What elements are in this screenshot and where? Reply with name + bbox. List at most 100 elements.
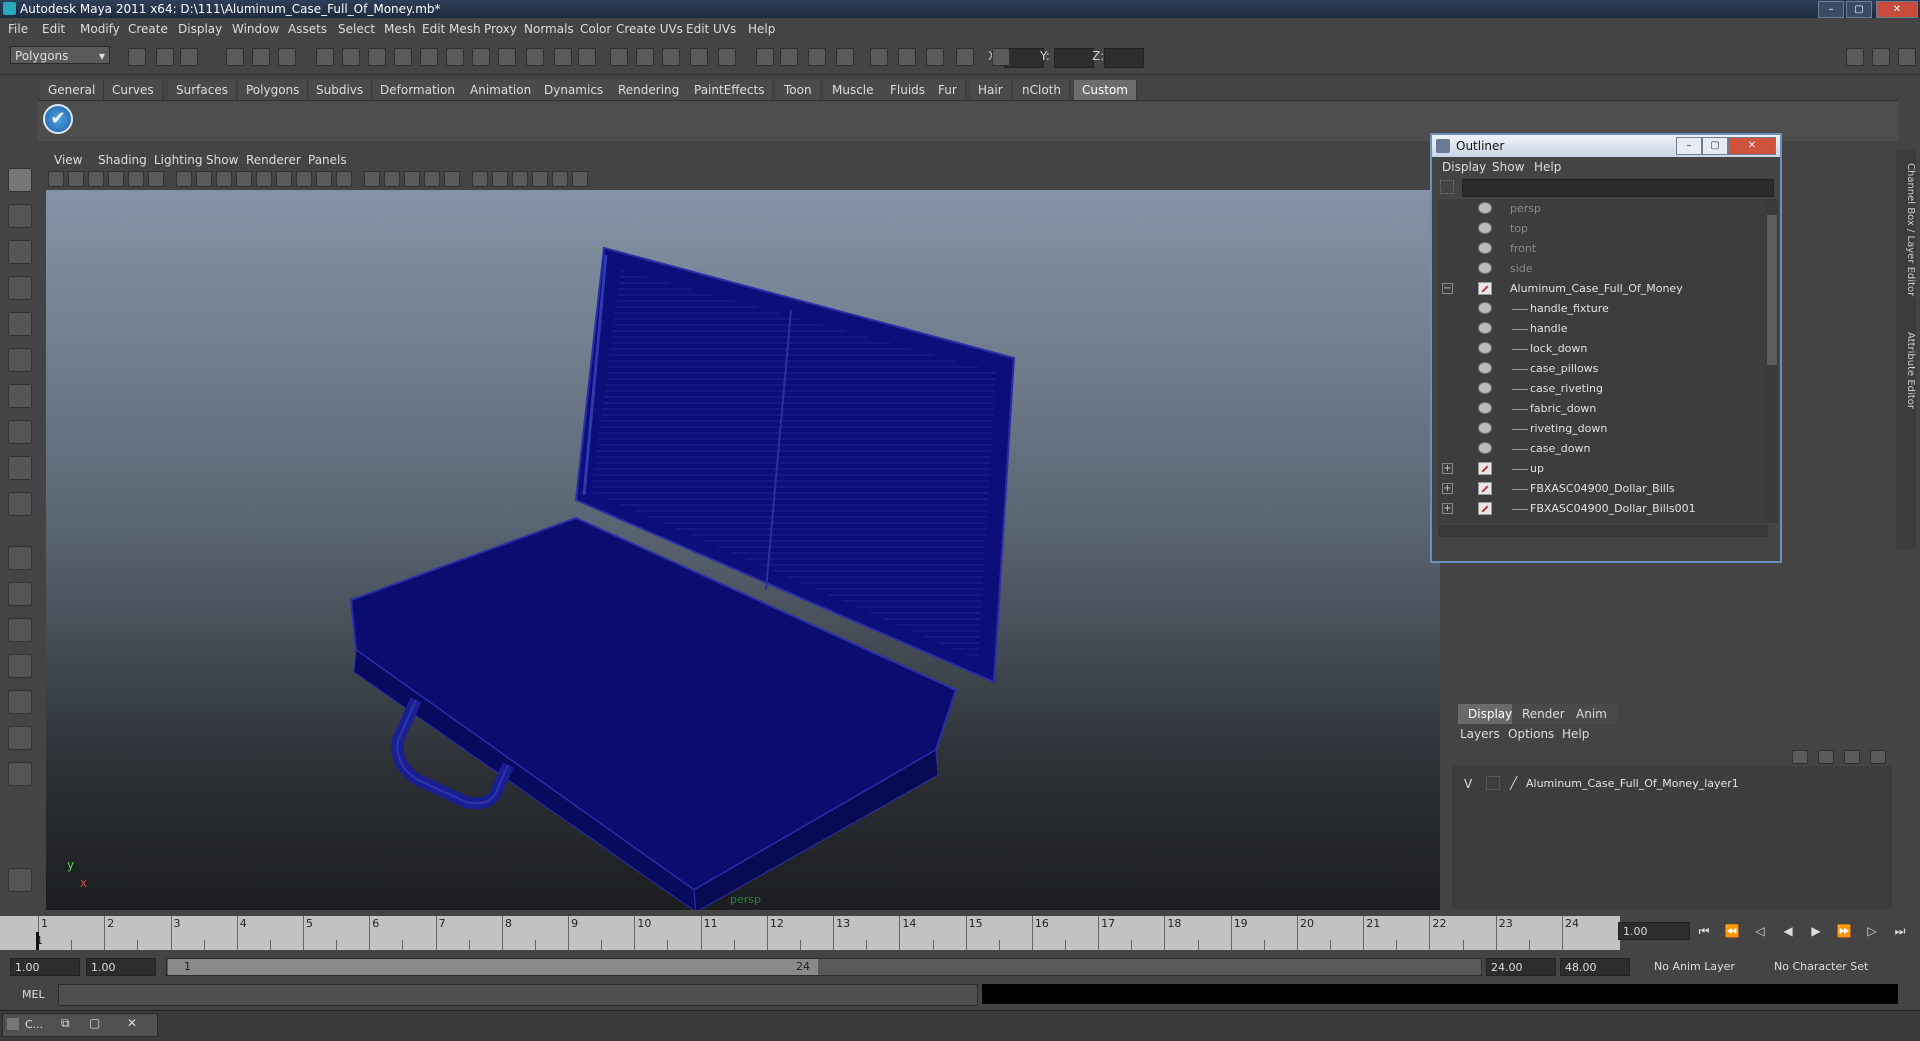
shelf-tab-general[interactable]: General [40, 80, 105, 100]
panel-toggle-icon[interactable] [1872, 48, 1890, 66]
status-tool-icon[interactable] [836, 48, 854, 66]
viewport-toolbar-icon[interactable] [336, 171, 352, 187]
viewport-toolbar-icon[interactable] [88, 171, 104, 187]
restore-icon[interactable]: ⧉ [61, 1016, 70, 1031]
status-tool-icon[interactable] [610, 48, 628, 66]
menu-mesh[interactable]: Mesh [384, 22, 416, 36]
viewport-toolbar-icon[interactable] [68, 171, 84, 187]
shelf-tab-ncloth[interactable]: nCloth [1014, 80, 1070, 100]
quick-layout-icon[interactable] [8, 868, 32, 892]
expand-icon[interactable]: + [1442, 463, 1453, 474]
collapse-icon[interactable]: − [1442, 283, 1453, 294]
menu-proxy[interactable]: Proxy [484, 22, 517, 36]
shelf-tab-polygons[interactable]: Polygons [238, 80, 309, 100]
panel-toggle-icon[interactable] [1898, 48, 1916, 66]
viewport-toolbar-icon[interactable] [108, 171, 124, 187]
checkmark-shelf-icon[interactable]: ✔ [43, 104, 73, 134]
viewport-toolbar-icon[interactable] [404, 171, 420, 187]
show-manipulator-icon[interactable] [8, 456, 32, 480]
persp-outliner-layout-icon[interactable] [8, 618, 32, 642]
status-tool-icon[interactable] [636, 48, 654, 66]
outliner-maximize-button[interactable]: ▢ [1702, 137, 1728, 155]
viewport-toolbar-icon[interactable] [472, 171, 488, 187]
attribute-editor-tab[interactable]: Attribute Editor [1896, 320, 1916, 420]
menu-color[interactable]: Color [580, 22, 611, 36]
status-tool-icon[interactable] [662, 48, 680, 66]
outliner-item-case_down[interactable]: case_down [1438, 439, 1758, 459]
menu-edit[interactable]: Edit [42, 22, 65, 36]
panel-menu-show[interactable]: Show [206, 153, 238, 167]
status-tool-icon[interactable] [472, 48, 490, 66]
layer-template-toggle[interactable] [1486, 776, 1500, 790]
status-tool-icon[interactable] [180, 48, 198, 66]
status-tool-icon[interactable] [690, 48, 708, 66]
anim-layer-dropdown[interactable]: No Anim Layer [1650, 958, 1760, 976]
viewport-toolbar-icon[interactable] [236, 171, 252, 187]
minimized-window-item[interactable]: C... ⧉ ▢ ✕ [2, 1013, 158, 1037]
shelf-tab-curves[interactable]: Curves [104, 80, 163, 100]
layer-action-icon[interactable] [1792, 750, 1808, 764]
viewport-toolbar-icon[interactable] [572, 171, 588, 187]
status-tool-icon[interactable] [578, 48, 596, 66]
outliner-close-button[interactable]: ✕ [1728, 137, 1776, 155]
status-tool-icon[interactable] [956, 48, 974, 66]
playback-end-field[interactable]: 24.00 [1486, 958, 1556, 976]
four-view-layout-icon[interactable] [8, 582, 32, 606]
viewport-toolbar-icon[interactable] [552, 171, 568, 187]
menu-modify[interactable]: Modify [80, 22, 120, 36]
status-tool-icon[interactable] [446, 48, 464, 66]
last-tool-icon[interactable] [8, 492, 32, 516]
shelf-tab-surfaces[interactable]: Surfaces [168, 80, 237, 100]
menu-window[interactable]: Window [232, 22, 279, 36]
status-tool-icon[interactable] [926, 48, 944, 66]
maximize-icon[interactable]: ▢ [89, 1016, 100, 1030]
shelf-tab-hair[interactable]: Hair [970, 80, 1012, 100]
viewport-toolbar-icon[interactable] [424, 171, 440, 187]
single-perspective-layout-icon[interactable] [8, 546, 32, 570]
paint-select-tool-icon[interactable] [8, 240, 32, 264]
outliner-item-case_pillows[interactable]: case_pillows [1438, 359, 1758, 379]
status-tool-icon[interactable] [756, 48, 774, 66]
step-back-key-icon[interactable]: ⏪ [1722, 922, 1742, 940]
filter-icon[interactable] [1440, 180, 1454, 194]
panel-menu-view[interactable]: View [54, 153, 82, 167]
status-tool-icon[interactable] [870, 48, 888, 66]
outliner-filter-field[interactable] [1462, 179, 1774, 197]
outliner-title-bar[interactable]: Outliner – ▢ ✕ [1432, 135, 1780, 157]
mel-command-input[interactable] [58, 984, 978, 1006]
channel-box-tab[interactable]: Channel Box / Layer Editor [1896, 160, 1916, 300]
panel-menu-renderer[interactable]: Renderer [246, 153, 301, 167]
outliner-item-fbxasc04900_dollar_bills001[interactable]: + FBXASC04900_Dollar_Bills001 [1438, 499, 1758, 519]
perspective-viewport[interactable] [46, 190, 1440, 910]
outliner-item-side[interactable]: side [1438, 259, 1758, 279]
shelf-tab-muscle[interactable]: Muscle [824, 80, 883, 100]
soft-mod-tool-icon[interactable] [8, 420, 32, 444]
scale-tool-icon[interactable] [8, 348, 32, 372]
status-tool-icon[interactable] [316, 48, 334, 66]
outliner-item-handle_fixture[interactable]: handle_fixture [1438, 299, 1758, 319]
go-to-end-icon[interactable]: ⏭ [1890, 922, 1910, 940]
status-tool-icon[interactable] [128, 48, 146, 66]
time-slider[interactable]: 1 2 3 4 5 6 7 8 9 10 11 12 13 14 15 16 17 18 19 20 21 22 23 24 1 [0, 916, 1620, 950]
outliner-item-aluminum_case_full_of_money[interactable]: − Aluminum_Case_Full_Of_Money [1438, 279, 1758, 299]
outliner-item-riveting_down[interactable]: riveting_down [1438, 419, 1758, 439]
viewport-toolbar-icon[interactable] [256, 171, 272, 187]
panel-menu-shading[interactable]: Shading [98, 153, 147, 167]
end-time-field[interactable]: 48.00 [1560, 958, 1630, 976]
viewport-toolbar-icon[interactable] [364, 171, 380, 187]
shelf-tab-custom[interactable]: Custom [1074, 80, 1137, 100]
menu-edit-mesh[interactable]: Edit Mesh [422, 22, 481, 36]
menu-select[interactable]: Select [338, 22, 375, 36]
go-to-start-icon[interactable]: ⏮ [1694, 922, 1714, 940]
status-tool-icon[interactable] [252, 48, 270, 66]
status-tool-icon[interactable] [718, 48, 736, 66]
shelf-tab-subdivs[interactable]: Subdivs [308, 80, 373, 100]
outliner-scroll-thumb[interactable] [1767, 215, 1777, 365]
outliner-horizontal-scrollbar[interactable] [1438, 525, 1768, 537]
z-field[interactable] [1104, 48, 1144, 68]
status-tool-icon[interactable] [368, 48, 386, 66]
outliner-menu-display[interactable]: Display [1442, 160, 1486, 174]
menu-edit-uvs[interactable]: Edit UVs [686, 22, 736, 36]
viewport-toolbar-icon[interactable] [148, 171, 164, 187]
viewport-toolbar-icon[interactable] [492, 171, 508, 187]
